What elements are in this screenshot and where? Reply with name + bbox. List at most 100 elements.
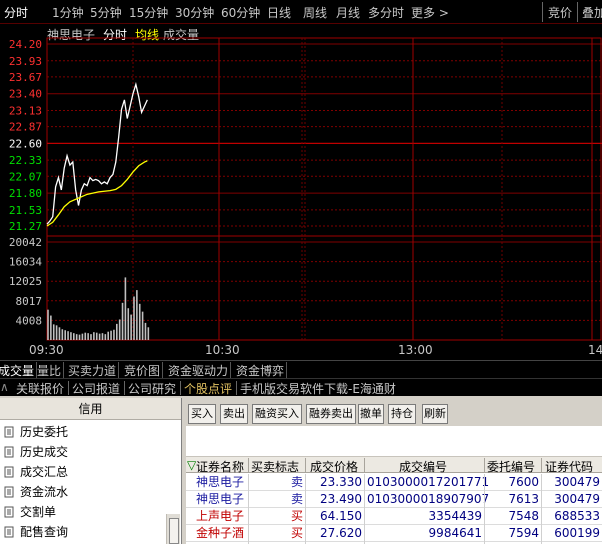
tab-volume-ratio[interactable]: 量比 <box>35 362 65 378</box>
cell-security-name: 神思电子 <box>196 492 245 506</box>
link-divider <box>180 381 181 395</box>
price-tick-label: 23.13 <box>9 104 42 117</box>
period-tab-5min[interactable]: 5分钟 <box>90 4 122 21</box>
col-deal-price[interactable]: 成交价格 <box>310 458 358 475</box>
sell-button[interactable]: 卖出 <box>220 404 248 424</box>
overlay-button[interactable]: 叠加 <box>582 4 602 21</box>
cell-side: 买 <box>290 526 303 540</box>
margin-buy-button[interactable]: 融资买入 <box>252 404 302 424</box>
column-divider <box>248 474 249 544</box>
nav-item-deal-summary[interactable]: 成交汇总 <box>0 462 170 482</box>
cell-side: 买 <box>290 509 303 523</box>
col-side[interactable]: 买卖标志 <box>251 458 299 475</box>
time-tick-label: 09:30 <box>29 343 64 357</box>
price-tick-label: 22.87 <box>9 121 42 134</box>
volume-tick-label: 20042 <box>9 236 42 249</box>
link-company-news[interactable]: 公司报道 <box>72 380 120 397</box>
col-security-code[interactable]: 证券代码 <box>545 458 593 475</box>
column-divider <box>484 458 485 472</box>
order-button-row: 买入 卖出 融资买入 融券卖出 撤单 持仓 刷新 <box>186 398 602 426</box>
volume-tick-label: 8017 <box>16 295 43 308</box>
document-icon <box>4 486 14 498</box>
cell-security-name: 上声电子 <box>196 509 245 523</box>
period-tab-1min[interactable]: 1分钟 <box>52 4 84 21</box>
nav-item-settlement[interactable]: 交割单 <box>0 502 170 522</box>
cell-deal-no: 0103000017201771 <box>367 475 490 489</box>
price-panel-frame <box>46 37 602 237</box>
scroll-left-icon[interactable]: ∧ <box>0 380 9 394</box>
period-tab-more[interactable]: 更多 > <box>411 4 449 21</box>
info-link-bar: ∧ 关联报价 公司报道 公司研究 个股点评 手机版交易软件下载-E海通财 <box>0 378 602 396</box>
price-tick-label: 23.67 <box>9 71 42 84</box>
cell-security-code: 300479 <box>554 475 600 489</box>
link-related-quotes[interactable]: 关联报价 <box>16 380 64 397</box>
cell-deal-no: 9984641 <box>428 526 482 540</box>
link-stock-review[interactable]: 个股点评 <box>184 380 232 397</box>
tab-auction-chart[interactable]: 竞价图 <box>122 362 164 378</box>
auction-button[interactable]: 竞价 <box>548 4 572 21</box>
nav-item-label: 成交汇总 <box>20 465 69 479</box>
nav-item-label: 历史成交 <box>20 445 69 459</box>
credit-nav-tree: 信用 历史委托 历史成交 成交汇总 资金流水 交割单 配售查询 <box>0 398 182 544</box>
column-divider <box>541 474 542 544</box>
nav-item-label: 配售查询 <box>20 525 69 539</box>
nav-item-order-history[interactable]: 历史委托 <box>0 422 170 442</box>
period-tab-weekly[interactable]: 周线 <box>303 4 327 21</box>
indicator-tabs: 成交量 量比 买卖力道 竞价图 资金驱动力 资金博弈 <box>0 360 602 378</box>
period-tab-monthly[interactable]: 月线 <box>336 4 360 21</box>
credit-nav-title: 信用 <box>0 398 181 420</box>
period-tab-30min[interactable]: 30分钟 <box>175 4 214 21</box>
cell-order-no: 7613 <box>508 492 539 506</box>
col-order-no[interactable]: 委托编号 <box>487 458 535 475</box>
trading-panel: 信用 历史委托 历史成交 成交汇总 资金流水 交割单 配售查询 买入 卖出 融资… <box>0 396 602 544</box>
document-icon <box>4 426 14 438</box>
tab-volume[interactable]: 成交量 <box>0 362 38 378</box>
scrollbar-thumb[interactable] <box>169 518 179 544</box>
nav-item-deal-history[interactable]: 历史成交 <box>0 442 170 462</box>
price-tick-label: 23.93 <box>9 55 42 68</box>
toolbar-divider <box>577 2 578 22</box>
cell-deal-no: 3354439 <box>428 509 482 523</box>
order-table-header: ▽ 证券名称 买卖标志 成交价格 成交编号 委托编号 证券代码 <box>186 456 602 475</box>
nav-item-fund-flow[interactable]: 资金流水 <box>0 482 170 502</box>
tab-fund-drive[interactable]: 资金驱动力 <box>166 362 232 378</box>
col-deal-no[interactable]: 成交编号 <box>399 458 447 475</box>
period-tab-intraday[interactable]: 分时 <box>4 4 28 21</box>
link-divider <box>68 381 69 395</box>
cell-deal-price: 64.150 <box>320 509 362 523</box>
period-tab-multi-intraday[interactable]: 多分时 <box>368 4 404 21</box>
nav-scrollbar[interactable] <box>166 514 180 544</box>
link-mobile-download[interactable]: 手机版交易软件下载-E海通财 <box>240 380 396 397</box>
nav-item-label: 资金流水 <box>20 485 69 499</box>
cancel-order-button[interactable]: 撤单 <box>358 404 384 424</box>
price-tick-label: 21.53 <box>9 204 42 217</box>
nav-item-label: 历史委托 <box>20 425 69 439</box>
col-security-name[interactable]: 证券名称 <box>196 458 244 475</box>
positions-button[interactable]: 持仓 <box>388 404 416 424</box>
cell-side: 卖 <box>290 475 303 489</box>
period-tab-daily[interactable]: 日线 <box>267 4 291 21</box>
cell-security-name: 金种子酒 <box>196 526 245 540</box>
buy-button[interactable]: 买入 <box>188 404 216 424</box>
price-line <box>46 81 148 225</box>
tab-fund-game[interactable]: 资金博弈 <box>234 362 288 378</box>
cell-order-no: 7594 <box>508 526 539 540</box>
order-list-panel: 买入 卖出 融资买入 融券卖出 撤单 持仓 刷新 ▽ 证券名称 买卖标志 成交价… <box>186 398 602 544</box>
document-icon <box>4 506 14 518</box>
nav-item-placement-query[interactable]: 配售查询 <box>0 522 170 542</box>
intraday-chart[interactable]: 24.20 23.93 23.67 23.40 23.13 22.87 22.60 22.33… <box>0 24 602 360</box>
link-company-research[interactable]: 公司研究 <box>128 380 176 397</box>
tab-buy-sell-force[interactable]: 买卖力道 <box>66 362 120 378</box>
price-tick-label: 21.27 <box>9 220 42 233</box>
link-divider <box>124 381 125 395</box>
short-sell-button[interactable]: 融券卖出 <box>306 404 356 424</box>
column-divider <box>364 458 365 472</box>
price-tick-label: 24.20 <box>9 38 42 51</box>
refresh-button[interactable]: 刷新 <box>422 404 448 424</box>
link-divider <box>236 381 237 395</box>
price-tick-label: 23.40 <box>9 88 42 101</box>
time-tick-label: 13:00 <box>398 343 433 357</box>
period-tab-15min[interactable]: 15分钟 <box>129 4 168 21</box>
period-tab-60min[interactable]: 60分钟 <box>221 4 260 21</box>
cell-security-code: 300479 <box>554 492 600 506</box>
